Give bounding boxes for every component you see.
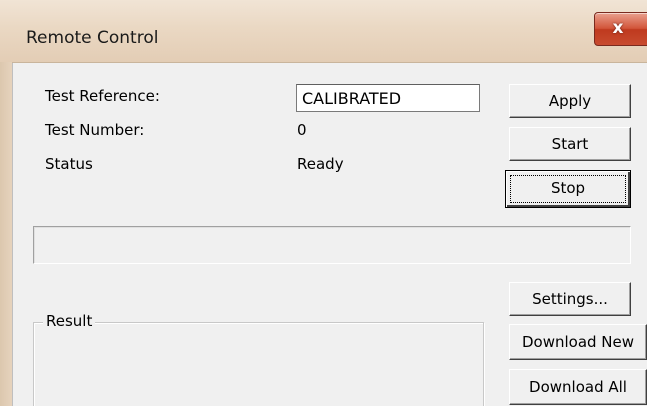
start-button[interactable]: Start bbox=[509, 127, 631, 161]
test-number-label: Test Number: bbox=[45, 121, 145, 139]
apply-button[interactable]: Apply bbox=[509, 84, 631, 118]
result-group-label: Result bbox=[43, 312, 96, 330]
close-icon: x bbox=[612, 18, 624, 38]
stop-button-label: Stop bbox=[550, 179, 586, 197]
settings-button[interactable]: Settings... bbox=[509, 282, 631, 316]
title-bar[interactable]: Remote Control x bbox=[0, 0, 647, 63]
test-reference-label: Test Reference: bbox=[45, 87, 160, 105]
test-number-value: 0 bbox=[297, 121, 307, 139]
result-groupbox bbox=[33, 322, 484, 406]
progress-bar bbox=[33, 226, 631, 264]
close-button[interactable]: x bbox=[594, 12, 647, 46]
window-title: Remote Control bbox=[26, 28, 159, 48]
remote-control-dialog: Remote Control x Test Reference: Test Nu… bbox=[0, 0, 647, 406]
download-new-button[interactable]: Download New bbox=[509, 324, 647, 360]
download-all-button[interactable]: Download All bbox=[509, 369, 647, 405]
status-value: Ready bbox=[297, 155, 344, 173]
test-reference-input[interactable] bbox=[296, 84, 480, 112]
status-label: Status bbox=[45, 155, 93, 173]
window-frame-left bbox=[0, 62, 12, 406]
stop-button[interactable]: Stop bbox=[505, 170, 631, 208]
